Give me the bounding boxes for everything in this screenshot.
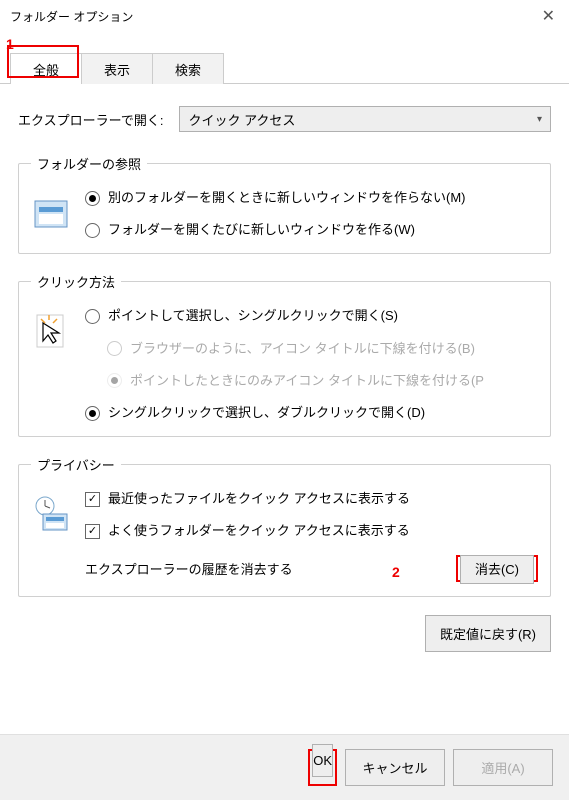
privacy-recent-files-label: 最近使ったファイルをクイック アクセスに表示する — [108, 490, 410, 508]
click-method-legend: クリック方法 — [31, 272, 121, 291]
browse-opt-new-window[interactable]: フォルダーを開くたびに新しいウィンドウを作る(W) — [85, 221, 538, 239]
open-with-row: エクスプローラーで開く: クイック アクセス ▾ — [18, 106, 551, 132]
tab-strip: 全般 表示 検索 — [0, 52, 569, 84]
click-opt-underline-browser: ブラウザーのように、アイコン タイトルに下線を付ける(B) — [107, 340, 538, 358]
radio-icon — [85, 191, 100, 206]
click-opt-underline-browser-label: ブラウザーのように、アイコン タイトルに下線を付ける(B) — [130, 340, 475, 358]
cursor-icon — [31, 311, 71, 351]
open-with-label: エクスプローラーで開く: — [18, 110, 179, 129]
clear-history-row: エクスプローラーの履歴を消去する 消去(C) — [85, 555, 538, 582]
privacy-frequent-folders-label: よく使うフォルダーをクイック アクセスに表示する — [108, 522, 410, 540]
clock-folder-icon — [31, 494, 71, 534]
click-opt-double-click-label: シングルクリックで選択し、ダブルクリックで開く(D) — [108, 404, 425, 422]
privacy-frequent-folders[interactable]: よく使うフォルダーをクイック アクセスに表示する — [85, 522, 538, 540]
title-bar: フォルダー オプション ✕ — [0, 0, 569, 32]
click-opt-underline-hover-label: ポイントしたときにのみアイコン タイトルに下線を付ける(P — [130, 372, 484, 390]
checkbox-icon — [85, 524, 100, 539]
window-title: フォルダー オプション — [10, 8, 133, 25]
folder-icon — [31, 193, 71, 233]
tab-general[interactable]: 全般 — [10, 53, 82, 84]
open-with-value: クイック アクセス — [188, 110, 295, 129]
tab-search[interactable]: 検索 — [152, 53, 224, 84]
restore-defaults-button[interactable]: 既定値に戻す(R) — [425, 615, 551, 652]
clear-history-label: エクスプローラーの履歴を消去する — [85, 559, 456, 578]
browse-folders-group: フォルダーの参照 別のフォルダーを開くときに新しいウィンドウを作らない(M) フ… — [18, 154, 551, 254]
tab-view[interactable]: 表示 — [81, 53, 153, 84]
cancel-button[interactable]: キャンセル — [345, 749, 445, 786]
radio-icon — [85, 406, 100, 421]
browse-folders-legend: フォルダーの参照 — [31, 154, 147, 173]
highlight-clear-button: 消去(C) — [456, 555, 538, 582]
restore-row: 既定値に戻す(R) — [0, 615, 569, 652]
radio-icon — [85, 309, 100, 324]
click-opt-double-click[interactable]: シングルクリックで選択し、ダブルクリックで開く(D) — [85, 404, 538, 422]
annotation-1: 1 — [6, 36, 14, 52]
content-area: エクスプローラーで開く: クイック アクセス ▾ フォルダーの参照 別のフォルダ… — [0, 84, 569, 597]
privacy-legend: プライバシー — [31, 455, 121, 474]
click-method-group: クリック方法 ポイントして選択し、シングルクリックで開く(S) ブラウザーのよう… — [18, 272, 551, 437]
checkbox-icon — [85, 492, 100, 507]
click-opt-single-click[interactable]: ポイントして選択し、シングルクリックで開く(S) — [85, 307, 538, 325]
browse-opt-new-window-label: フォルダーを開くたびに新しいウィンドウを作る(W) — [108, 221, 415, 239]
click-opt-underline-hover: ポイントしたときにのみアイコン タイトルに下線を付ける(P — [107, 372, 538, 390]
privacy-recent-files[interactable]: 最近使ったファイルをクイック アクセスに表示する — [85, 490, 538, 508]
highlight-ok-button: OK — [308, 749, 337, 786]
chevron-down-icon: ▾ — [537, 114, 542, 125]
radio-icon — [107, 373, 122, 388]
close-icon[interactable]: ✕ — [542, 6, 555, 26]
browse-opt-same-window-label: 別のフォルダーを開くときに新しいウィンドウを作らない(M) — [108, 189, 466, 207]
apply-button: 適用(A) — [453, 749, 553, 786]
radio-icon — [85, 223, 100, 238]
browse-opt-same-window[interactable]: 別のフォルダーを開くときに新しいウィンドウを作らない(M) — [85, 189, 538, 207]
privacy-group: プライバシー 最近使ったファイルをクイック アクセスに表示する よく使うフォルダ… — [18, 455, 551, 596]
click-opt-single-click-label: ポイントして選択し、シングルクリックで開く(S) — [108, 307, 398, 325]
radio-icon — [107, 341, 122, 356]
bottom-button-bar: OK キャンセル 適用(A) — [0, 734, 569, 800]
annotation-2: 2 — [392, 564, 400, 580]
ok-button[interactable]: OK — [312, 744, 333, 777]
clear-button[interactable]: 消去(C) — [460, 555, 534, 584]
open-with-dropdown[interactable]: クイック アクセス ▾ — [179, 106, 551, 132]
